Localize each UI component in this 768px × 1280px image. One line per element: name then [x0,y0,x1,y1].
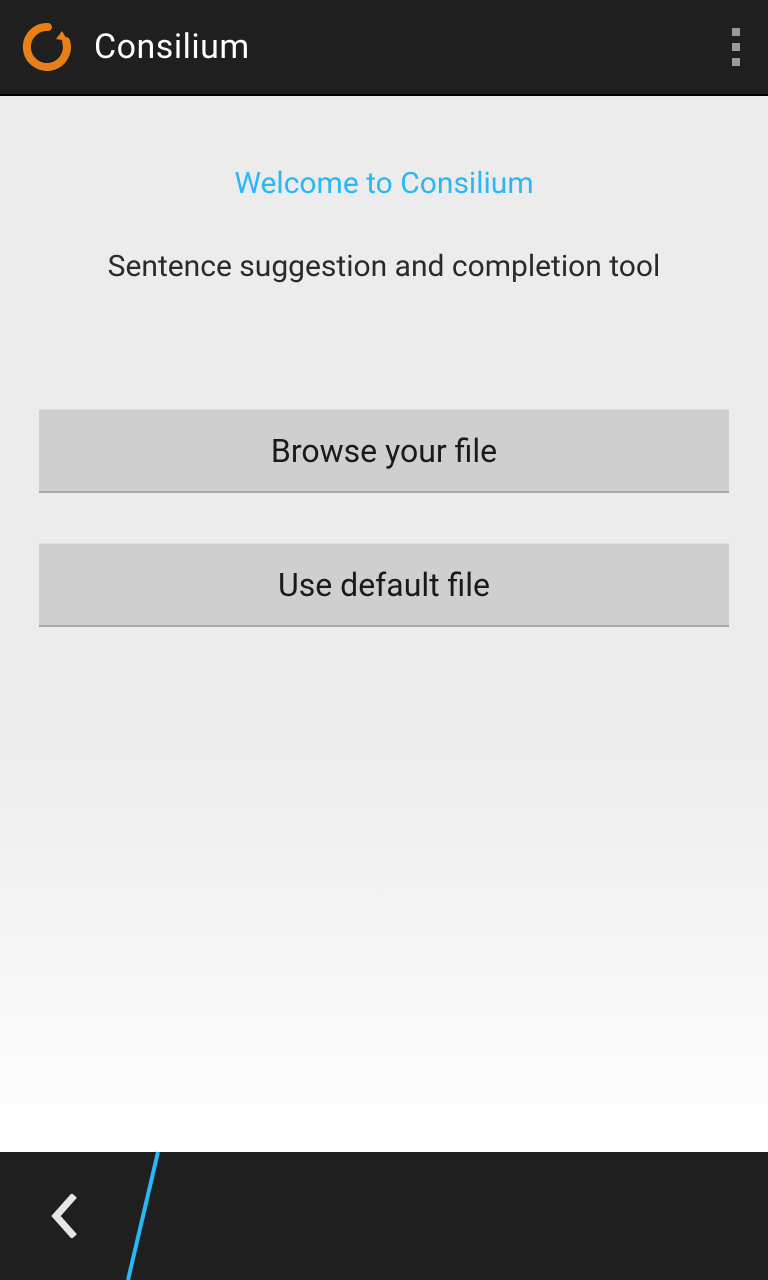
chevron-left-icon [50,1194,78,1238]
app-header: Consilium [0,0,768,96]
bottom-bar [0,1152,768,1280]
app-logo-icon [20,19,76,75]
use-default-file-button[interactable]: Use default file [39,543,729,627]
subtitle-text: Sentence suggestion and completion tool [0,249,768,284]
app-title: Consilium [94,27,250,67]
overflow-menu-icon[interactable] [732,28,740,66]
welcome-title: Welcome to Consilium [0,166,768,201]
browse-file-button[interactable]: Browse your file [39,409,729,493]
back-button[interactable] [0,1152,128,1280]
footer-divider [128,1152,208,1280]
main-content: Welcome to Consilium Sentence suggestion… [0,96,768,1152]
